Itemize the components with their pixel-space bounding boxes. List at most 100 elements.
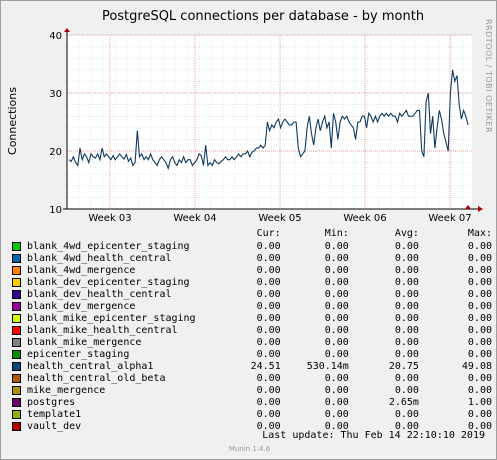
last-update: Last update: Thu Feb 14 22:10:10 2019	[262, 430, 485, 441]
legend-row: blank_4wd_epicenter_staging 0.00 0.00 0.00 0…	[12, 240, 492, 252]
legend-cur: 0.00	[256, 408, 281, 420]
legend-avg: 0.00	[394, 240, 419, 252]
legend-min: 0.00	[324, 408, 349, 420]
legend-cur: 0.00	[256, 348, 281, 360]
y-tick-label: 40	[49, 31, 62, 42]
legend-name: blank_dev_epicenter_staging	[27, 276, 190, 288]
chart-title: PostgreSQL connections per database - by…	[102, 9, 424, 24]
legend-max: 0.00	[467, 264, 492, 276]
legend-name: blank_mike_mergence	[27, 336, 142, 348]
legend-cur: 0.00	[256, 312, 281, 324]
y-tick-label: 10	[49, 205, 62, 216]
legend-avg: 20.75	[388, 360, 419, 372]
legend-avg: 0.00	[394, 252, 419, 264]
legend-name: blank_dev_mergence	[27, 300, 136, 312]
legend-name: template1	[27, 408, 82, 420]
x-tick-label: Week 07	[428, 213, 471, 224]
legend-min: 0.00	[324, 264, 349, 276]
legend-min: 0.00	[324, 372, 349, 384]
legend-min: 0.00	[324, 240, 349, 252]
legend-swatch	[12, 253, 21, 263]
legend-avg: 0.00	[394, 372, 419, 384]
legend-name: blank_4wd_mergence	[27, 264, 136, 276]
x-tick-label: Week 04	[173, 213, 216, 224]
legend-min: 0.00	[324, 384, 349, 396]
legend-cur: 0.00	[256, 324, 281, 336]
legend-name: blank_4wd_health_central	[27, 252, 172, 264]
rrdtool-credit: RRDTOOL / TOBI OETIKER	[484, 19, 493, 133]
legend-max: 1.00	[467, 396, 492, 408]
legend-name: mike_mergence	[27, 384, 106, 396]
legend-avg: 0.00	[394, 288, 419, 300]
legend-cur: 0.00	[256, 276, 281, 288]
munin-version: Munin 1.4.6	[228, 445, 271, 453]
legend-max: 0.00	[467, 324, 492, 336]
y-axis-label: Connections	[6, 87, 19, 155]
legend-swatch	[12, 385, 21, 395]
legend-swatch	[12, 265, 21, 275]
legend-row: blank_mike_mergence 0.00 0.00 0.00 0.00	[12, 336, 492, 348]
legend-max: 0.00	[467, 408, 492, 420]
legend-row: blank_dev_epicenter_staging 0.00 0.00 0.00 0…	[12, 276, 492, 288]
legend-name: blank_4wd_epicenter_staging	[27, 240, 190, 252]
legend-cur: 0.00	[256, 264, 281, 276]
y-tick-label: 30	[49, 89, 62, 100]
legend-max: 0.00	[467, 348, 492, 360]
legend-row: blank_4wd_mergence 0.00 0.00 0.00 0.00	[12, 264, 492, 276]
x-tick-label: Week 05	[258, 213, 301, 224]
legend-min: 0.00	[324, 312, 349, 324]
legend-avg: 0.00	[394, 312, 419, 324]
legend-swatch	[12, 301, 21, 311]
legend-row: blank_4wd_health_central 0.00 0.00 0.00 0.00	[12, 252, 492, 264]
legend-name: health_central_old_beta	[27, 372, 166, 384]
chart: 10 20 30 40 Week 03 Week 04 Week 05 Week 06 Wee…	[6, 9, 493, 224]
legend-swatch	[12, 325, 21, 335]
legend-rows: blank_4wd_epicenter_staging 0.00 0.00 0.00 0…	[12, 240, 492, 432]
legend-cur: 0.00	[256, 372, 281, 384]
legend-row: epicenter_staging 0.00 0.00 0.00 0.00	[12, 348, 492, 360]
x-tick-label: Week 06	[343, 213, 386, 224]
legend-min: 0.00	[324, 288, 349, 300]
legend-swatch	[12, 289, 21, 299]
header-max: Max:	[467, 228, 492, 239]
legend-swatch	[12, 409, 21, 419]
legend-max: 0.00	[467, 300, 492, 312]
legend-max: 0.00	[467, 276, 492, 288]
legend-cur: 0.00	[256, 396, 281, 408]
legend-name: blank_mike_health_central	[27, 324, 178, 336]
legend-swatch	[12, 373, 21, 383]
legend-min: 0.00	[324, 300, 349, 312]
legend-max: 0.00	[467, 372, 492, 384]
legend-max: 0.00	[467, 312, 492, 324]
y-ticks: 10 20 30 40	[49, 31, 62, 216]
legend-cur: 0.00	[256, 288, 281, 300]
legend-max: 0.00	[467, 384, 492, 396]
legend-cur: 0.00	[256, 252, 281, 264]
legend: Cur: Min: Avg: Max: blank_4wd_epicenter_…	[12, 228, 492, 432]
legend-min: 0.00	[324, 276, 349, 288]
header-cur: Cur:	[256, 228, 281, 239]
legend-row: blank_dev_health_central 0.00 0.00 0.00 0.00	[12, 288, 492, 300]
legend-avg: 0.00	[394, 348, 419, 360]
legend-swatch	[12, 337, 21, 347]
legend-avg: 0.00	[394, 336, 419, 348]
y-tick-label: 20	[49, 147, 62, 158]
legend-row: blank_mike_epicenter_staging 0.00 0.00 0.00…	[12, 312, 492, 324]
legend-swatch	[12, 349, 21, 359]
legend-row: mike_mergence 0.00 0.00 0.00 0.00	[12, 384, 492, 396]
legend-cur: 24.51	[250, 360, 281, 372]
legend-row: health_central_old_beta 0.00 0.00 0.00 0.00	[12, 372, 492, 384]
legend-swatch	[12, 313, 21, 323]
x-tick-label: Week 03	[88, 213, 131, 224]
legend-max: 49.08	[461, 360, 492, 372]
legend-max: 0.00	[467, 336, 492, 348]
legend-min: 0.00	[324, 396, 349, 408]
legend-cur: 0.00	[256, 240, 281, 252]
y-axis-arrow	[64, 28, 70, 32]
header-avg: Avg:	[394, 228, 419, 239]
legend-max: 0.00	[467, 288, 492, 300]
legend-name: epicenter_staging	[27, 348, 130, 360]
legend-name: postgres	[27, 396, 76, 408]
legend-swatch	[12, 241, 21, 251]
legend-name: health_central_alpha1	[27, 360, 154, 372]
